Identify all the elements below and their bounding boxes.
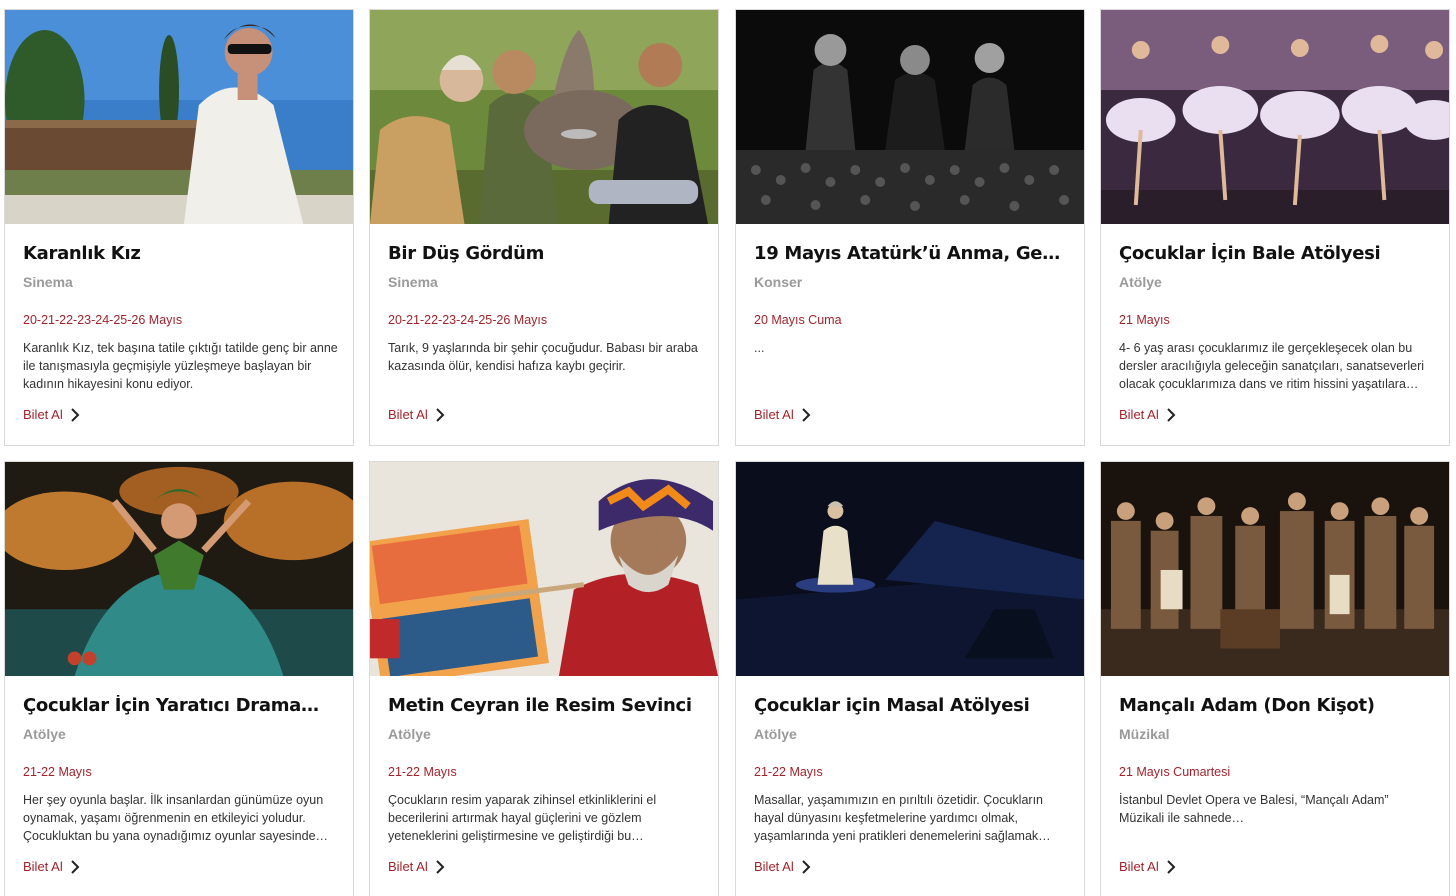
- event-card[interactable]: Metin Ceyran ile Resim Sevinci Atölye 21…: [369, 461, 719, 896]
- event-category: Atölye: [754, 726, 797, 742]
- event-image[interactable]: [370, 462, 718, 676]
- buy-ticket-link[interactable]: Bilet Al: [1119, 859, 1177, 874]
- buy-ticket-label: Bilet Al: [388, 859, 428, 874]
- buy-ticket-label: Bilet Al: [1119, 859, 1159, 874]
- event-date: 20-21-22-23-24-25-26 Mayıs: [388, 313, 548, 327]
- event-card[interactable]: Çocuklar İçin Bale Atölyesi Atölye 21 Ma…: [1100, 9, 1450, 446]
- event-title[interactable]: Çocuklar için Masal Atölyesi: [754, 695, 1066, 716]
- event-description: Her şey oyunla başlar. İlk insanlardan g…: [23, 793, 329, 843]
- event-card[interactable]: Çocuklar için Masal Atölyesi Atölye 21-2…: [735, 461, 1085, 896]
- event-date: 21-22 Mayıs: [754, 765, 823, 779]
- event-description: 4- 6 yaş arası çocuklarımız ile gerçekle…: [1119, 341, 1425, 391]
- event-date: 21 Mayıs: [1119, 313, 1170, 327]
- buy-ticket-link[interactable]: Bilet Al: [388, 859, 446, 874]
- event-category: Konser: [754, 274, 803, 290]
- event-title[interactable]: Mançalı Adam (Don Kişot): [1119, 695, 1431, 716]
- event-description: Çocukların resim yaparak zihinsel etkinl…: [388, 793, 657, 843]
- buy-ticket-label: Bilet Al: [754, 859, 794, 874]
- event-title[interactable]: Çocuklar İçin Yaratıcı Drama…: [23, 695, 335, 716]
- event-card[interactable]: 19 Mayıs Atatürk’ü Anma, Gençlik… Konser…: [735, 9, 1085, 446]
- chevron-right-icon: [802, 407, 811, 422]
- buy-ticket-link[interactable]: Bilet Al: [23, 407, 81, 422]
- chevron-right-icon: [1167, 859, 1176, 874]
- event-title[interactable]: Karanlık Kız: [23, 243, 335, 264]
- chevron-right-icon: [71, 407, 80, 422]
- event-card[interactable]: Bir Düş Gördüm Sinema 20-21-22-23-24-25-…: [369, 9, 719, 446]
- buy-ticket-label: Bilet Al: [388, 407, 428, 422]
- event-description: ...: [754, 341, 765, 355]
- event-date: 21-22 Mayıs: [23, 765, 92, 779]
- event-date: 20 Mayıs Cuma: [754, 313, 842, 327]
- event-category: Müzikal: [1119, 726, 1170, 742]
- event-title[interactable]: Bir Düş Gördüm: [388, 243, 700, 264]
- chevron-right-icon: [802, 859, 811, 874]
- chevron-right-icon: [71, 859, 80, 874]
- event-image[interactable]: [736, 462, 1084, 676]
- event-title[interactable]: 19 Mayıs Atatürk’ü Anma, Gençlik…: [754, 243, 1066, 264]
- buy-ticket-label: Bilet Al: [23, 859, 63, 874]
- event-image[interactable]: [370, 10, 718, 224]
- event-category: Atölye: [1119, 274, 1162, 290]
- buy-ticket-link[interactable]: Bilet Al: [388, 407, 446, 422]
- event-title[interactable]: Çocuklar İçin Bale Atölyesi: [1119, 243, 1431, 264]
- event-description: İstanbul Devlet Opera ve Balesi, “Mançal…: [1119, 793, 1389, 825]
- event-grid: Karanlık Kız Sinema 20-21-22-23-24-25-26…: [0, 0, 1456, 896]
- event-image[interactable]: [5, 462, 353, 676]
- event-description: Karanlık Kız, tek başına tatile çıktığı …: [23, 341, 338, 391]
- event-image[interactable]: [1101, 10, 1449, 224]
- chevron-right-icon: [436, 859, 445, 874]
- event-image[interactable]: [736, 10, 1084, 224]
- event-date: 21-22 Mayıs: [388, 765, 457, 779]
- buy-ticket-link[interactable]: Bilet Al: [23, 859, 81, 874]
- buy-ticket-label: Bilet Al: [754, 407, 794, 422]
- event-card[interactable]: Çocuklar İçin Yaratıcı Drama… Atölye 21-…: [4, 461, 354, 896]
- buy-ticket-link[interactable]: Bilet Al: [1119, 407, 1177, 422]
- event-category: Sinema: [23, 274, 73, 290]
- event-category: Atölye: [388, 726, 431, 742]
- chevron-right-icon: [436, 407, 445, 422]
- event-category: Sinema: [388, 274, 438, 290]
- event-card[interactable]: Karanlık Kız Sinema 20-21-22-23-24-25-26…: [4, 9, 354, 446]
- buy-ticket-label: Bilet Al: [23, 407, 63, 422]
- event-description: Masallar, yaşamımızın en pırıltılı özeti…: [754, 793, 1051, 843]
- event-category: Atölye: [23, 726, 66, 742]
- buy-ticket-link[interactable]: Bilet Al: [754, 859, 812, 874]
- event-description: Tarık, 9 yaşlarında bir şehir çocuğudur.…: [388, 341, 698, 373]
- event-image[interactable]: [1101, 462, 1449, 676]
- buy-ticket-label: Bilet Al: [1119, 407, 1159, 422]
- chevron-right-icon: [1167, 407, 1176, 422]
- event-date: 21 Mayıs Cumartesi: [1119, 765, 1231, 779]
- buy-ticket-link[interactable]: Bilet Al: [754, 407, 812, 422]
- event-title[interactable]: Metin Ceyran ile Resim Sevinci: [388, 695, 700, 716]
- event-image[interactable]: [5, 10, 353, 224]
- event-date: 20-21-22-23-24-25-26 Mayıs: [23, 313, 183, 327]
- event-card[interactable]: Mançalı Adam (Don Kişot) Müzikal 21 Mayı…: [1100, 461, 1450, 896]
